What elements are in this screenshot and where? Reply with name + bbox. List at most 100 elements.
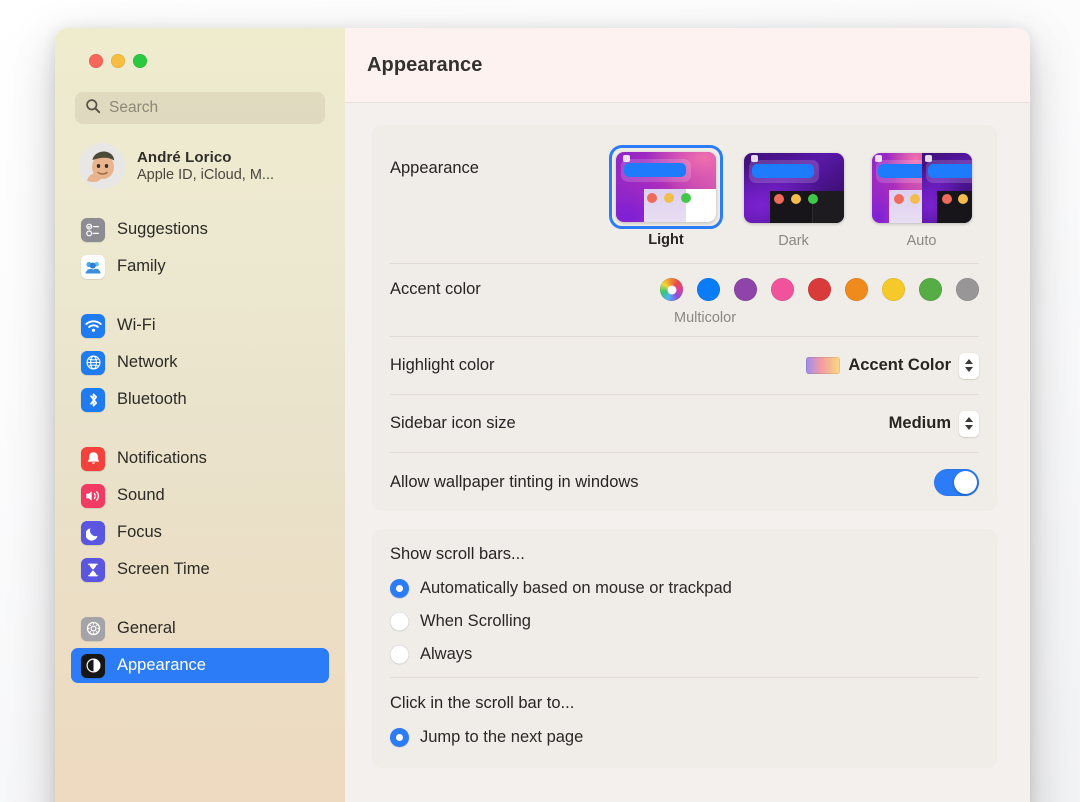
appearance-option-auto[interactable]: Auto [864,145,979,249]
desktop-background: André Lorico Apple ID, iCloud, M... [0,0,1080,802]
appearance-option-label: Light [648,232,683,248]
light-thumb-frame [609,145,723,229]
pane-titlebar: Appearance [345,28,1030,103]
sidebar-icon-size-value: Medium [889,414,951,433]
wallpaper-tinting-toggle[interactable] [934,469,979,496]
radio-button[interactable] [390,579,409,598]
sidebar-item-wifi[interactable]: Wi-Fi [71,308,329,343]
scroll-bars-option-when-scrolling[interactable]: When Scrolling [390,605,979,638]
appearance-option-dark[interactable]: Dark [736,145,851,249]
radio-label: Always [420,645,472,664]
sidebar-item-focus[interactable]: Focus [71,515,329,550]
sidebar-item-label: Network [117,353,178,372]
sidebar-item-label: Screen Time [117,560,210,579]
sidebar-item-label: Focus [117,523,162,542]
auto-thumb-frame [864,145,979,230]
sidebar-item-sound[interactable]: Sound [71,478,329,513]
highlight-color-label: Highlight color [390,356,806,375]
suggestions-icon [81,218,105,242]
wallpaper-tinting-label: Allow wallpaper tinting in windows [390,473,934,492]
appearance-settings-card: Appearance [372,125,997,511]
auto-light-half [872,153,922,223]
wifi-icon [81,314,105,338]
screen-time-hourglass-icon [81,558,105,582]
accent-swatch-orange[interactable] [845,278,868,301]
zoom-button[interactable] [133,54,147,68]
general-gear-icon [81,617,105,641]
radio-label: Jump to the next page [420,728,583,747]
sidebar-item-bluetooth[interactable]: Bluetooth [71,382,329,417]
dark-thumb-frame [736,145,851,230]
accent-swatch-blue[interactable] [697,278,720,301]
sidebar-group-divider [67,419,333,439]
click-scroll-bar-option-jump[interactable]: Jump to the next page [390,721,979,754]
accent-swatch-green[interactable] [919,278,942,301]
sidebar-item-appearance[interactable]: Appearance [71,648,329,683]
highlight-color-row: Highlight color Accent Color [390,337,979,395]
accent-swatch-yellow[interactable] [882,278,905,301]
search-input[interactable] [109,99,315,117]
wallpaper-tinting-row: Allow wallpaper tinting in windows [390,453,979,511]
toggle-knob [954,471,977,494]
sidebar-item-family[interactable]: Family [71,249,329,284]
sidebar-icon-size-label: Sidebar icon size [390,414,889,433]
radio-label: When Scrolling [420,612,531,631]
sidebar-item-label: Notifications [117,449,207,468]
radio-button[interactable] [390,645,409,664]
sidebar-item-suggestions[interactable]: Suggestions [71,212,329,247]
sidebar-nav: Suggestions Family [67,212,333,683]
sidebar-item-label: Sound [117,486,165,505]
light-thumbnail [616,152,716,222]
auto-thumbnail [872,153,972,223]
dark-thumbnail [744,153,844,223]
search-icon [85,98,101,119]
avatar [79,143,125,189]
user-name: André Lorico [137,149,274,166]
detail-pane: Appearance Appearance [345,28,1030,802]
apple-id-row[interactable]: André Lorico Apple ID, iCloud, M... [71,136,329,196]
highlight-color-value: Accent Color [848,356,951,375]
scroll-bars-option-always[interactable]: Always [390,638,979,671]
sidebar-item-label: Wi-Fi [117,316,155,335]
sidebar-item-label: General [117,619,176,638]
page-title: Appearance [367,54,483,77]
sidebar-icon-size-row: Sidebar icon size Medium [390,395,979,453]
close-button[interactable] [89,54,103,68]
accent-swatch-graphite[interactable] [956,278,979,301]
sidebar-item-notifications[interactable]: Notifications [71,441,329,476]
auto-dark-half [922,153,972,223]
scroll-bars-option-automatic[interactable]: Automatically based on mouse or trackpad [390,572,979,605]
radio-button[interactable] [390,728,409,747]
accent-swatch-purple[interactable] [734,278,757,301]
search-field[interactable] [75,92,325,124]
appearance-option-label: Dark [778,233,809,249]
accent-swatch-pink[interactable] [771,278,794,301]
click-scroll-bar-title: Click in the scroll bar to... [390,678,979,721]
sidebar-icon-size-popup[interactable]: Medium [889,411,979,437]
sidebar-item-screen-time[interactable]: Screen Time [71,552,329,587]
focus-moon-icon [81,521,105,545]
appearance-row: Appearance [390,125,979,264]
sidebar-icon-size-stepper[interactable] [959,411,979,437]
radio-button[interactable] [390,612,409,631]
highlight-color-swatch [806,357,840,374]
accent-color-caption: Multicolor [672,310,979,326]
sidebar-item-general[interactable]: General [71,611,329,646]
accent-swatch-multicolor[interactable] [660,278,683,301]
accent-color-row: Accent color [390,264,979,337]
appearance-label: Appearance [390,145,609,178]
highlight-color-stepper[interactable] [959,353,979,379]
minimize-button[interactable] [111,54,125,68]
window-controls [67,28,333,68]
appearance-option-light[interactable]: Light [609,145,723,249]
radio-label: Automatically based on mouse or trackpad [420,579,732,598]
highlight-color-popup[interactable]: Accent Color [806,353,979,379]
settings-scroll-area[interactable]: Appearance [345,103,1030,768]
sound-speaker-icon [81,484,105,508]
accent-swatch-red[interactable] [808,278,831,301]
sidebar-group-divider [67,286,333,306]
show-scroll-bars-title: Show scroll bars... [390,529,979,572]
sidebar-group-divider [67,589,333,609]
sidebar-item-label: Bluetooth [117,390,187,409]
sidebar-item-network[interactable]: Network [71,345,329,380]
